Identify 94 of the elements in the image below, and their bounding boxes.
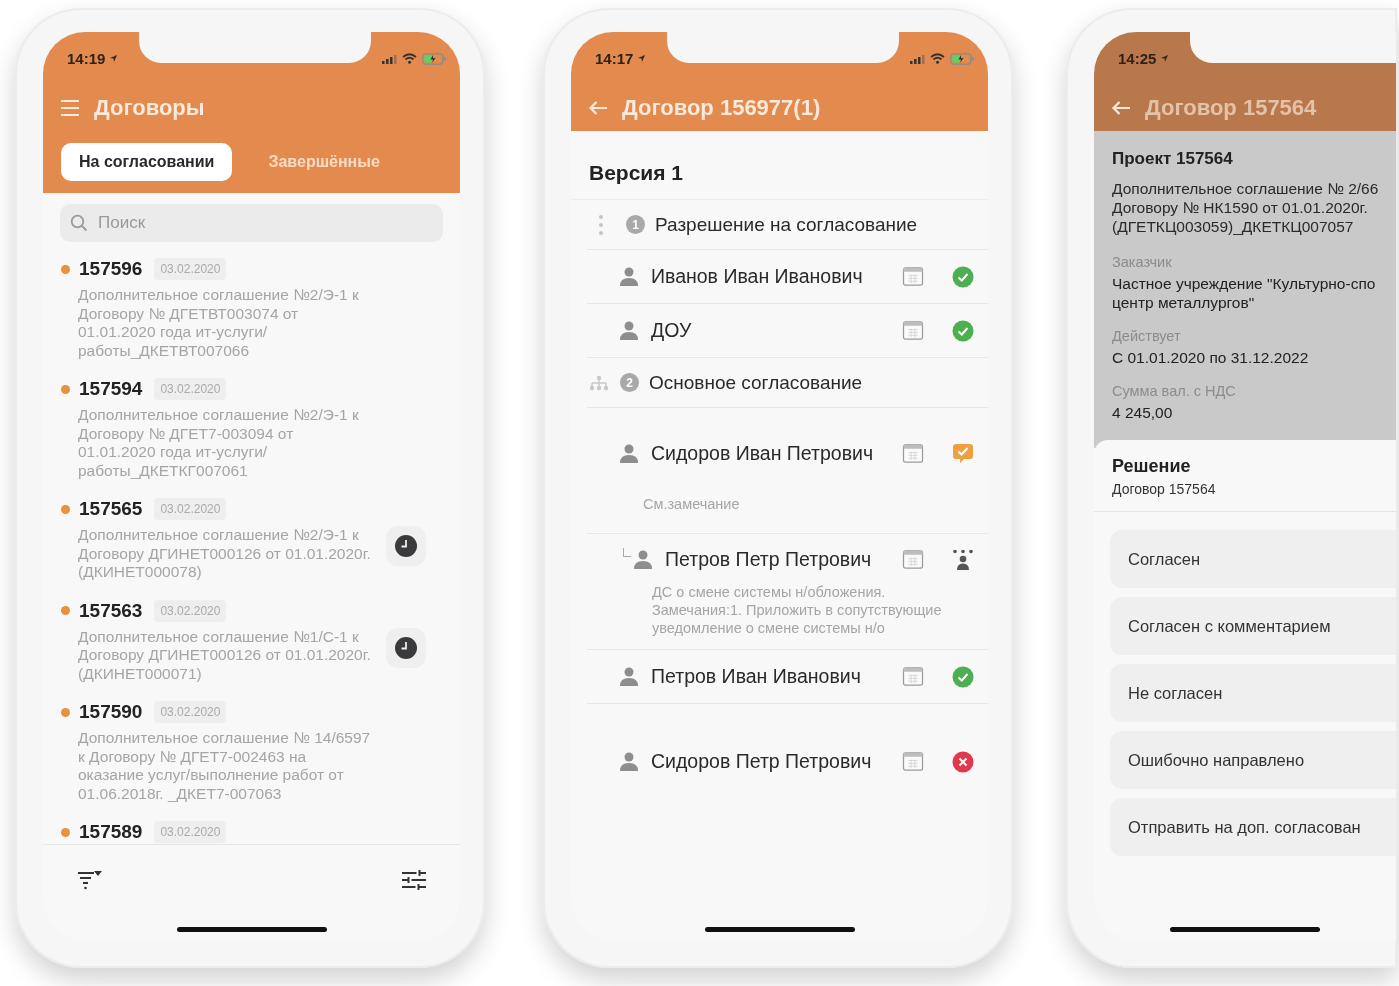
field-label: Сумма вал. с НДС <box>1112 383 1237 399</box>
contract-number[interactable]: 157565 <box>79 498 143 520</box>
status-time: 14:17 <box>595 50 634 67</box>
calendar-icon[interactable] <box>902 667 924 686</box>
contract-description: Дополнительное соглашение №1/С-1 к Договору ДГИНЕТ000126 от 01.01.2020г. (ДКИНЕТ000071) <box>78 627 372 683</box>
calendar-icon[interactable] <box>902 550 924 569</box>
date-chip: 03.02.2020 <box>154 701 227 723</box>
sliders-icon[interactable] <box>401 869 427 891</box>
contract-number[interactable]: 157594 <box>79 378 143 400</box>
approver-comment: ДС о смене системы н/обложения. Замечания:1. Приложить в сопутствующие уведомление о смене системы н/о <box>652 583 943 637</box>
clock-icon <box>395 535 417 557</box>
location-arrow-icon <box>1160 54 1170 63</box>
contract-description: Дополнительное соглашение №2/Э-1 к Договору № ДГЕТВТ003074 от 01.01.2020 года ит-услуги/ работы_ДКЕТВТ007066 <box>78 286 360 360</box>
screen-title: Договор 156977(1) <box>622 95 821 121</box>
stage-title: Разрешение на согласование <box>655 213 918 236</box>
menu-icon[interactable] <box>60 99 80 117</box>
screen-title: Договоры <box>94 95 205 121</box>
search-icon <box>70 214 88 232</box>
stage-number: 2 <box>620 373 639 392</box>
status-dot <box>61 707 70 717</box>
sheet-title: Решение <box>1112 456 1192 477</box>
decision-option[interactable]: Отправить на доп. согласован <box>1110 798 1396 856</box>
filter-icon[interactable] <box>77 870 103 890</box>
rejected-cross-icon <box>952 750 974 773</box>
status-time: 14:25 <box>1118 50 1157 67</box>
calendar-icon[interactable] <box>902 267 924 286</box>
date-chip: 03.02.2020 <box>154 599 227 622</box>
hierarchy-icon <box>589 374 609 391</box>
approved-check-icon <box>952 265 974 288</box>
calendar-icon[interactable] <box>902 752 924 771</box>
branch-mark <box>623 548 631 557</box>
field-value: С 01.01.2020 по 31.12.2022 <box>1112 348 1310 367</box>
decision-option[interactable]: Не согласен <box>1110 664 1396 722</box>
search-input[interactable]: Поиск <box>96 212 433 234</box>
approver-name[interactable]: Иванов Иван Иванович <box>651 265 890 288</box>
project-description: Дополнительное соглашение № 2/66 Договору № НК1590 от 01.01.2020г. (ДГЕТКЦ003059)_ДКЕТКЦ007057 <box>1112 179 1380 236</box>
status-time: 14:19 <box>67 50 106 67</box>
decision-option[interactable]: Согласен с комментарием <box>1110 597 1396 655</box>
location-arrow-icon <box>109 54 119 63</box>
clock-button[interactable] <box>386 627 426 668</box>
approved-check-icon <box>952 665 974 688</box>
location-arrow-icon <box>637 54 647 63</box>
field-label: Действует <box>1112 328 1182 344</box>
decision-option[interactable]: Согласен <box>1110 530 1396 588</box>
date-chip: 03.02.2020 <box>154 821 227 843</box>
contract-description: Дополнительное соглашение №2/Э-1 к Договору ДГИНЕТ000126 от 01.01.2020г. (ДКИНЕТ000078) <box>78 526 372 582</box>
approver-comment: См.замечание <box>643 495 741 513</box>
comment-check-icon <box>952 442 974 465</box>
field-value: Частное учреждение "Культурно-спо центр металлургов" <box>1112 274 1377 312</box>
back-arrow-icon[interactable] <box>588 100 608 116</box>
contract-number[interactable]: 157590 <box>79 701 143 723</box>
status-dot <box>61 504 70 514</box>
date-chip: 03.02.2020 <box>154 378 227 400</box>
person-icon <box>619 444 639 463</box>
contract-number[interactable]: 157596 <box>79 258 143 280</box>
clock-icon <box>395 636 417 659</box>
stage-number: 1 <box>626 215 645 234</box>
vertical-dots-icon <box>598 213 604 236</box>
back-arrow-icon[interactable] <box>1111 100 1131 116</box>
contract-description: Дополнительное соглашение №2/Э-1 к Договору № ДГЕТ7-003094 от 01.01.2020 года ит-услуги/ работы_ДКЕТКГ007061 <box>78 406 360 480</box>
date-chip: 03.02.2020 <box>154 498 227 520</box>
decision-option[interactable]: Ошибочно направлено <box>1110 731 1396 789</box>
clock-button[interactable] <box>386 526 426 566</box>
person-icon <box>633 550 653 569</box>
approver-name[interactable]: Петров Петр Петрович <box>665 548 890 571</box>
sheet-subtitle: Договор 157564 <box>1112 481 1217 497</box>
stage-title: Основное согласование <box>649 371 863 394</box>
field-label: Заказчик <box>1112 254 1173 270</box>
person-icon <box>619 752 639 771</box>
date-chip: 03.02.2020 <box>154 258 227 280</box>
approver-name[interactable]: Сидоров Петр Петрович <box>651 750 890 773</box>
approver-name[interactable]: ДОУ <box>651 319 890 342</box>
approved-check-icon <box>952 319 974 342</box>
calendar-icon[interactable] <box>902 444 924 463</box>
screen-title: Договор 157564 <box>1145 95 1317 121</box>
contract-number[interactable]: 157589 <box>79 821 143 843</box>
approver-name[interactable]: Петров Иван Иванович <box>651 665 890 688</box>
person-icon <box>619 321 639 340</box>
status-dot <box>61 264 70 274</box>
person-waiting-icon <box>952 548 974 571</box>
person-icon <box>619 667 639 686</box>
status-dot <box>61 384 70 394</box>
person-icon <box>619 267 639 286</box>
contract-description: Дополнительное соглашение № 14/6597 к Договору № ДГЕТ7-002463 на оказание услуг/выполнение работ от 01.06.2018г. _ДКЕТ7-007063 <box>78 729 372 803</box>
contract-number[interactable]: 157563 <box>79 599 143 622</box>
calendar-icon[interactable] <box>902 321 924 340</box>
tab[interactable]: На согласовании <box>61 143 233 181</box>
field-value: 4 245,00 <box>1112 403 1174 422</box>
status-dot <box>61 606 70 615</box>
search-field[interactable]: Поиск <box>60 204 443 242</box>
version-heading: Версия 1 <box>571 131 988 200</box>
project-title: Проект 157564 <box>1112 149 1234 169</box>
approver-name[interactable]: Сидоров Иван Петрович <box>651 442 890 465</box>
status-dot <box>61 827 70 837</box>
